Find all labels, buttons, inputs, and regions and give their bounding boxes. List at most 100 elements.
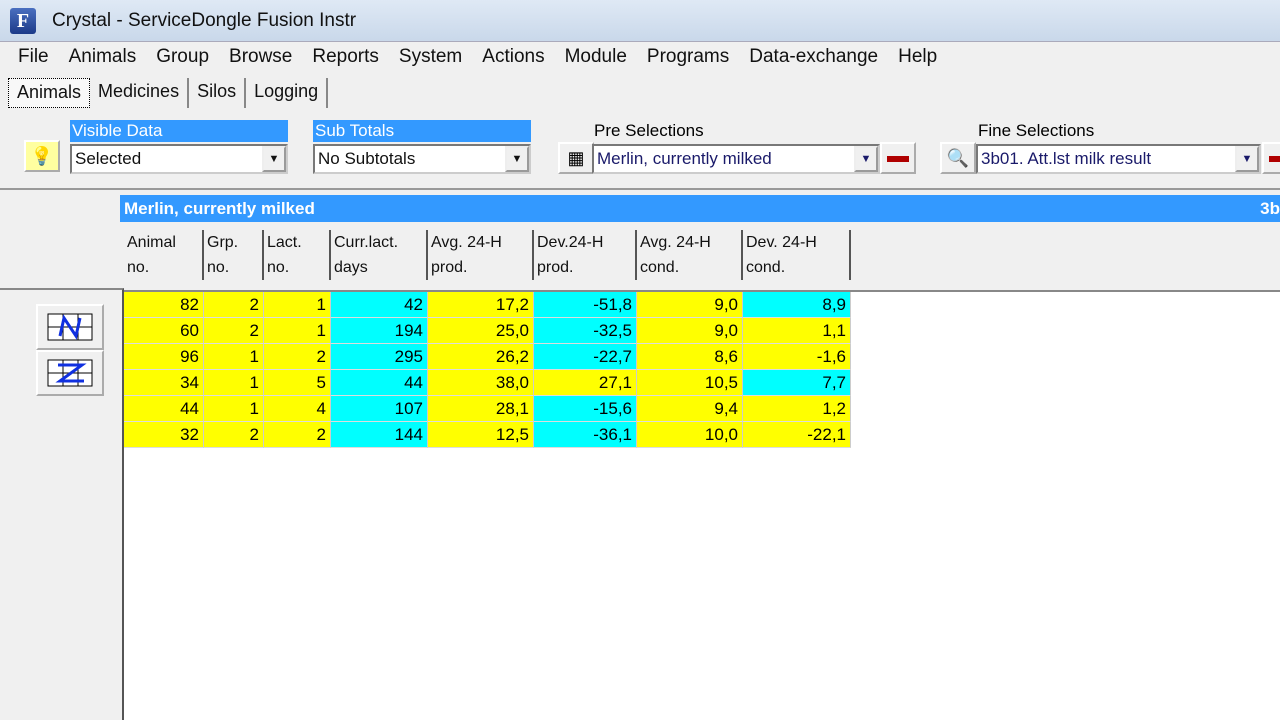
table-row[interactable]: 96 1 2 295 26,2 -22,7 8,6 -1,6 [124,344,1280,370]
chevron-down-icon[interactable]: ▼ [505,146,529,172]
chevron-down-icon[interactable]: ▼ [262,146,286,172]
menu-browse[interactable]: Browse [219,42,302,72]
menu-file[interactable]: File [8,42,59,72]
column-header[interactable]: Avg. 24-H cond. [637,230,743,280]
search-icon[interactable]: 🔍 [940,142,976,174]
column-header[interactable]: Dev. 24-H cond. [743,230,851,280]
table-cell[interactable]: 9,4 [637,396,743,422]
column-header[interactable]: Animal no. [124,230,204,280]
table-cell[interactable]: 8,9 [743,292,851,318]
menu-system[interactable]: System [389,42,472,72]
menu-module[interactable]: Module [555,42,637,72]
table-cell[interactable]: 42 [331,292,428,318]
table-cell[interactable]: 2 [204,422,264,448]
table-cell[interactable]: 82 [124,292,204,318]
table-cell[interactable]: -1,6 [743,344,851,370]
table-cell[interactable]: 10,5 [637,370,743,396]
remove-fine-selection-button[interactable] [1262,142,1280,174]
menu-programs[interactable]: Programs [637,42,739,72]
table-cell[interactable]: 9,0 [637,292,743,318]
visible-data-dropdown[interactable]: Selected ▼ [70,144,288,174]
menu-animals[interactable]: Animals [59,42,147,72]
table-cell[interactable]: -51,8 [534,292,637,318]
visible-data-toggle-button[interactable]: 💡 [24,140,60,172]
column-header[interactable]: Grp. no. [204,230,264,280]
table-cell[interactable]: 1,2 [743,396,851,422]
tab-bar: Animals Medicines Silos Logging [8,78,329,108]
column-header-line: no. [267,259,290,276]
table-icon[interactable]: ▦ [558,142,594,174]
table-cell[interactable]: 9,0 [637,318,743,344]
column-header[interactable]: Avg. 24-H prod. [428,230,534,280]
table-cell[interactable]: 32 [124,422,204,448]
table-cell[interactable]: 1 [264,318,331,344]
table-cell[interactable]: 25,0 [428,318,534,344]
table-cell[interactable]: 2 [204,292,264,318]
table-cell[interactable]: 38,0 [428,370,534,396]
menu-help[interactable]: Help [888,42,947,72]
table-cell[interactable]: 7,7 [743,370,851,396]
fine-selections-dropdown[interactable]: 3b01. Att.lst milk result ▼ [976,144,1261,174]
table-cell[interactable]: 144 [331,422,428,448]
chevron-down-icon[interactable]: ▼ [1235,146,1259,172]
table-cell[interactable]: -32,5 [534,318,637,344]
table-cell[interactable]: 4 [264,396,331,422]
sub-totals-label: Sub Totals [313,120,531,142]
table-row[interactable]: 60 2 1 194 25,0 -32,5 9,0 1,1 [124,318,1280,344]
remove-pre-selection-button[interactable] [880,142,916,174]
table-cell[interactable]: 1 [204,370,264,396]
tab-medicines[interactable]: Medicines [90,78,190,108]
table-row[interactable]: 32 2 2 144 12,5 -36,1 10,0 -22,1 [124,422,1280,448]
table-cell[interactable]: 2 [264,344,331,370]
table-cell[interactable]: 27,1 [534,370,637,396]
table-cell[interactable]: 17,2 [428,292,534,318]
column-header-line: prod. [431,259,468,276]
tab-silos[interactable]: Silos [189,78,247,108]
menu-data-exchange[interactable]: Data-exchange [739,42,888,72]
table-cell[interactable]: 60 [124,318,204,344]
table-cell[interactable]: 8,6 [637,344,743,370]
table-cell[interactable]: 2 [264,422,331,448]
sort-descending-button[interactable] [36,350,104,396]
menu-actions[interactable]: Actions [472,42,554,72]
table-cell[interactable]: 107 [331,396,428,422]
table-cell[interactable]: 10,0 [637,422,743,448]
pre-selections-label: Pre Selections [594,121,704,140]
pre-selections-dropdown[interactable]: Merlin, currently milked ▼ [592,144,880,174]
table-cell[interactable]: 28,1 [428,396,534,422]
table-cell[interactable]: -36,1 [534,422,637,448]
table-cell[interactable]: 194 [331,318,428,344]
column-header[interactable]: Dev.24-H prod. [534,230,637,280]
table-cell[interactable]: 295 [331,344,428,370]
table-cell[interactable]: 1 [264,292,331,318]
table-cell[interactable]: 2 [204,318,264,344]
table-cell[interactable]: -22,7 [534,344,637,370]
table-row[interactable]: 82 2 1 42 17,2 -51,8 9,0 8,9 [124,292,1280,318]
tab-animals[interactable]: Animals [8,78,91,108]
table-cell[interactable]: 26,2 [428,344,534,370]
table-cell[interactable]: -15,6 [534,396,637,422]
table-cell[interactable]: 1,1 [743,318,851,344]
table-cell[interactable]: 12,5 [428,422,534,448]
table-cell[interactable]: 5 [264,370,331,396]
menu-group[interactable]: Group [146,42,219,72]
table-cell[interactable]: 1 [204,344,264,370]
menu-reports[interactable]: Reports [302,42,389,72]
sort-ascending-button[interactable] [36,304,104,350]
column-header-line: Dev. 24-H [746,234,817,251]
table-cell[interactable]: 44 [124,396,204,422]
table-cell[interactable]: 44 [331,370,428,396]
column-header-line: cond. [746,259,786,276]
table-cell[interactable]: 96 [124,344,204,370]
table-cell[interactable]: -22,1 [743,422,851,448]
table-cell[interactable]: 34 [124,370,204,396]
sub-totals-dropdown[interactable]: No Subtotals ▼ [313,144,531,174]
table-row[interactable]: 34 1 5 44 38,0 27,1 10,5 7,7 [124,370,1280,396]
table-cell[interactable]: 1 [204,396,264,422]
menu-bar: File Animals Group Browse Reports System Actio… [0,42,1280,72]
column-header[interactable]: Lact. no. [264,230,331,280]
table-row[interactable]: 44 1 4 107 28,1 -15,6 9,4 1,2 [124,396,1280,422]
chevron-down-icon[interactable]: ▼ [854,146,878,172]
column-header[interactable]: Curr.lact. days [331,230,428,280]
tab-logging[interactable]: Logging [246,78,329,108]
